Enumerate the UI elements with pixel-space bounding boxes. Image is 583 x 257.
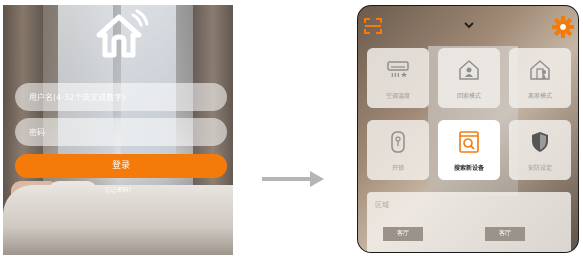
username-input[interactable]: [15, 83, 227, 111]
tile-search-device[interactable]: 搜索新设备: [438, 120, 500, 180]
forgot-password-link[interactable]: 忘记密码?: [3, 185, 233, 194]
zone-panel: 区域 客厅 客厅: [367, 192, 571, 252]
air-conditioner-icon: [387, 61, 409, 78]
top-bar: [358, 6, 578, 38]
arrow-right-icon: [262, 171, 324, 187]
password-input[interactable]: [15, 118, 227, 146]
home-mode-icon: [459, 60, 479, 80]
tile-door-lock[interactable]: 开锁: [367, 120, 429, 180]
gear-icon[interactable]: [552, 16, 574, 38]
tile-security[interactable]: 安防设定: [509, 120, 571, 180]
tile-label: 离家模式: [527, 93, 552, 100]
login-screen: 登录 忘记密码?: [3, 5, 233, 255]
tile-home-mode[interactable]: 回家模式: [438, 48, 500, 108]
scan-icon[interactable]: [364, 18, 382, 34]
shield-icon: [532, 132, 548, 152]
home-wifi-logo-icon: [96, 9, 149, 58]
login-button[interactable]: 登录: [15, 154, 227, 178]
background-bed: [3, 185, 233, 255]
home-screen: 空调温度 回家模式 离家模式 开锁 搜索新设备 安防设定 区域 客厅 客厅: [357, 5, 579, 253]
tile-label: 开锁: [391, 165, 404, 172]
chevron-down-icon[interactable]: [463, 20, 475, 30]
tile-label: 安防设定: [527, 165, 552, 172]
tile-air-conditioner[interactable]: 空调温度: [367, 48, 429, 108]
door-lock-icon: [391, 131, 405, 153]
zone-chip-living-room[interactable]: 客厅: [485, 227, 525, 241]
zone-chip-living-room[interactable]: 客厅: [383, 227, 423, 241]
zone-label: 区域: [375, 201, 389, 209]
search-device-icon: [459, 131, 479, 153]
tile-label: 搜索新设备: [453, 165, 484, 172]
tile-leave-home[interactable]: 离家模式: [509, 48, 571, 108]
tile-label: 空调温度: [385, 93, 410, 100]
leave-home-icon: [530, 60, 550, 80]
tile-label: 回家模式: [456, 93, 481, 100]
